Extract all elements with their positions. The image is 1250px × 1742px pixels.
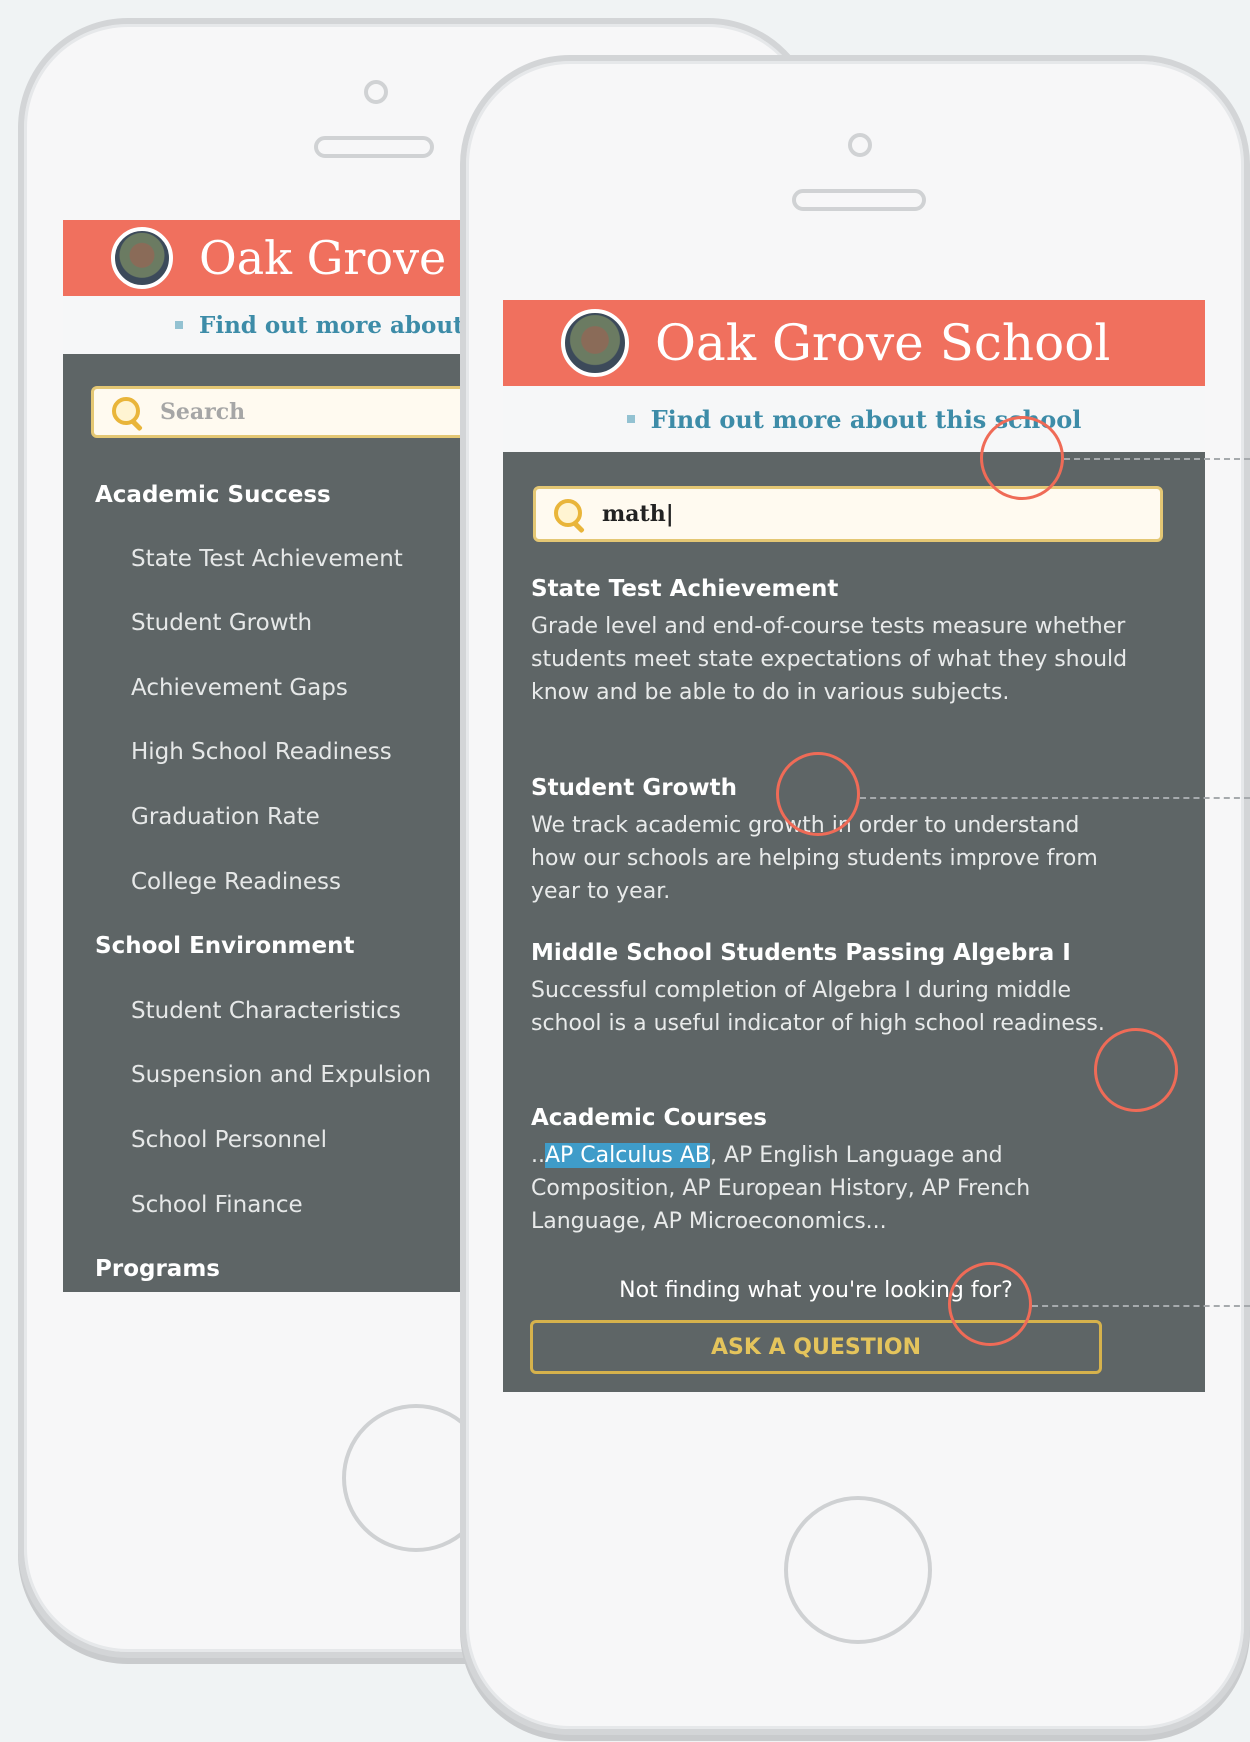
search-icon xyxy=(554,499,585,534)
app-header: Oak Grove School xyxy=(503,300,1205,386)
find-out-more-link[interactable]: Find out more about this school xyxy=(503,386,1205,452)
search-highlight: AP Calculus AB xyxy=(545,1143,710,1168)
nav-section-academic-success[interactable]: Academic Success xyxy=(95,482,331,508)
nav-section-school-environment[interactable]: School Environment xyxy=(95,933,354,959)
speaker-icon xyxy=(792,189,926,211)
school-logo xyxy=(111,227,173,289)
result-title[interactable]: Academic Courses xyxy=(531,1103,1131,1133)
nav-item-student-characteristics[interactable]: Student Characteristics xyxy=(131,998,401,1024)
results-callout-circle xyxy=(776,752,860,836)
nav-item-college-readiness[interactable]: College Readiness xyxy=(131,869,341,895)
nav-item-achievement-gaps[interactable]: Achievement Gaps xyxy=(131,675,348,701)
not-finding-text: Not finding what you're looking for? xyxy=(619,1278,1013,1303)
result-title[interactable]: Middle School Students Passing Algebra I xyxy=(531,938,1131,968)
result-description: Grade level and end-of-course tests meas… xyxy=(531,614,1128,705)
camera-icon xyxy=(364,80,388,104)
search-result[interactable]: State Test Achievement Grade level and e… xyxy=(531,574,1131,709)
result-description: Successful completion of Algebra I durin… xyxy=(531,978,1105,1036)
ask-callout-circle xyxy=(948,1262,1032,1346)
school-logo xyxy=(561,309,629,377)
nav-item-graduation-rate[interactable]: Graduation Rate xyxy=(131,804,320,830)
front-screen: Oak Grove School Find out more about thi… xyxy=(503,300,1205,1392)
result-prefix: .. xyxy=(531,1143,545,1168)
school-name: Oak Grove School xyxy=(655,314,1111,372)
nav-item-state-test-achievement[interactable]: State Test Achievement xyxy=(131,546,403,572)
search-value: math| xyxy=(602,501,674,527)
ask-callout-line xyxy=(1032,1305,1250,1307)
search-callout-line xyxy=(1064,458,1250,460)
nav-item-student-growth[interactable]: Student Growth xyxy=(131,610,312,636)
search-result[interactable]: Middle School Students Passing Algebra I… xyxy=(531,938,1131,1040)
nav-item-suspension-and-expulsion[interactable]: Suspension and Expulsion xyxy=(131,1062,431,1088)
front-phone: Oak Grove School Find out more about thi… xyxy=(460,55,1250,1735)
result-title[interactable]: State Test Achievement xyxy=(531,574,1131,604)
bullet-icon xyxy=(626,415,635,423)
nav-item-high-school-readiness[interactable]: High School Readiness xyxy=(131,739,392,765)
nav-item-school-personnel[interactable]: School Personnel xyxy=(131,1127,327,1153)
search-input[interactable]: math| xyxy=(533,486,1163,542)
search-placeholder: Search xyxy=(160,399,246,425)
camera-icon xyxy=(848,133,872,157)
results-callout-line xyxy=(860,797,1250,799)
search-result[interactable]: Academic Courses ..AP Calculus AB, AP En… xyxy=(531,1103,1131,1238)
search-icon xyxy=(112,397,143,432)
bullet-icon xyxy=(175,321,183,329)
result-description: ..AP Calculus AB, AP English Language an… xyxy=(531,1139,1131,1238)
search-results-panel: math| State Test Achievement Grade level… xyxy=(503,452,1205,1392)
nav-item-school-finance[interactable]: School Finance xyxy=(131,1192,303,1218)
speaker-icon xyxy=(314,136,434,158)
nav-section-programs[interactable]: Programs xyxy=(95,1256,220,1282)
scroll-callout-circle xyxy=(1094,1028,1178,1112)
home-button xyxy=(784,1496,932,1644)
search-callout-circle xyxy=(980,416,1064,500)
